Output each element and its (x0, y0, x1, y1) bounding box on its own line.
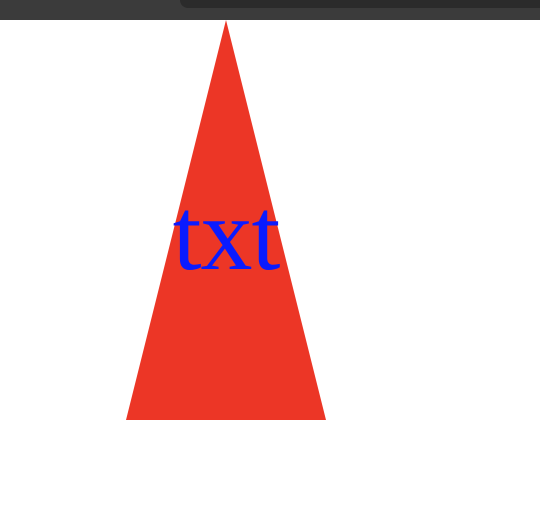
browser-tab-edge (180, 0, 540, 8)
drawing-canvas: txt (0, 20, 540, 528)
triangle-label: txt (172, 177, 281, 292)
browser-top-bar (0, 0, 540, 20)
